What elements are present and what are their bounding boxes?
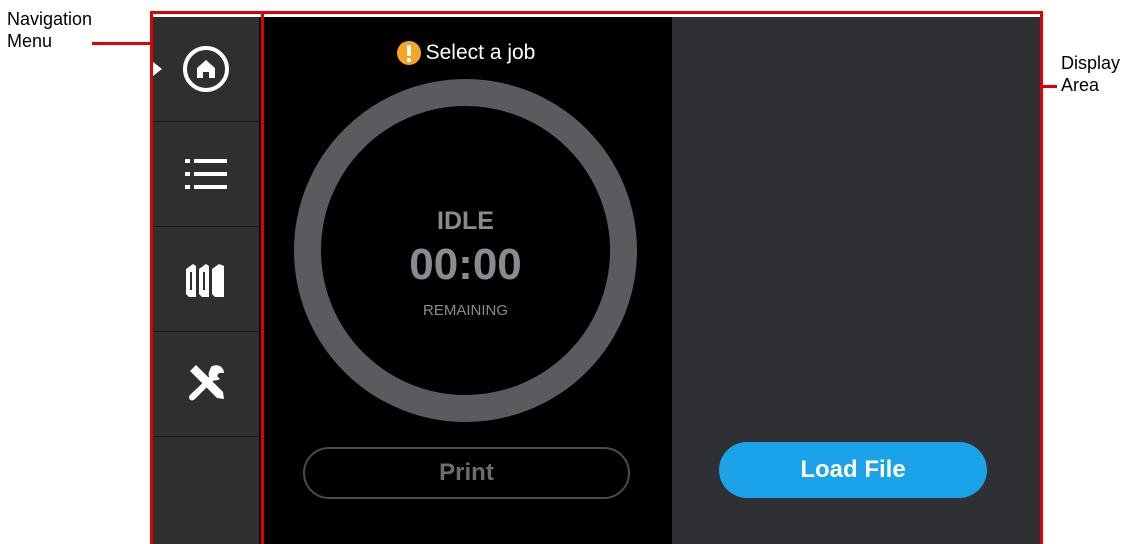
navigation-menu-callout: Navigation Menu [7,9,93,51]
status-row: Select a job [259,40,672,66]
tools-icon [189,365,224,401]
nav-frame-top [150,11,264,14]
materials-icon [186,264,224,297]
status-message: Select a job [425,41,536,64]
load-file-button[interactable]: Load File [719,442,987,498]
selected-indicator [153,62,162,76]
print-button[interactable]: Print [303,447,630,499]
nav-frame-right [261,11,264,544]
display-area-callout: Display Area [1061,53,1121,95]
progress-ring: IDLE 00:00 REMAINING [292,77,639,424]
time-remaining-label: REMAINING [422,302,508,319]
display-panel: Load File [672,17,1040,544]
home-icon [183,46,229,92]
time-remaining: 00:00 [409,240,522,289]
display-frame-top [261,11,1043,14]
navigation-menu [153,17,259,544]
nav-item-tools[interactable] [153,332,259,437]
list-icon [185,159,227,189]
display-frame-right [1040,11,1043,544]
nav-frame-left [150,11,153,544]
job-state: IDLE [437,207,494,235]
nav-item-jobs[interactable] [153,122,259,227]
warning-icon [396,41,421,65]
nav-item-materials[interactable] [153,227,259,332]
printer-screen: Select a job IDLE 00:00 REMAINING Print … [153,17,1040,544]
nav-item-home[interactable] [153,17,259,122]
navigation-menu-leader [92,42,153,45]
job-panel: Select a job IDLE 00:00 REMAINING Print [259,17,672,544]
